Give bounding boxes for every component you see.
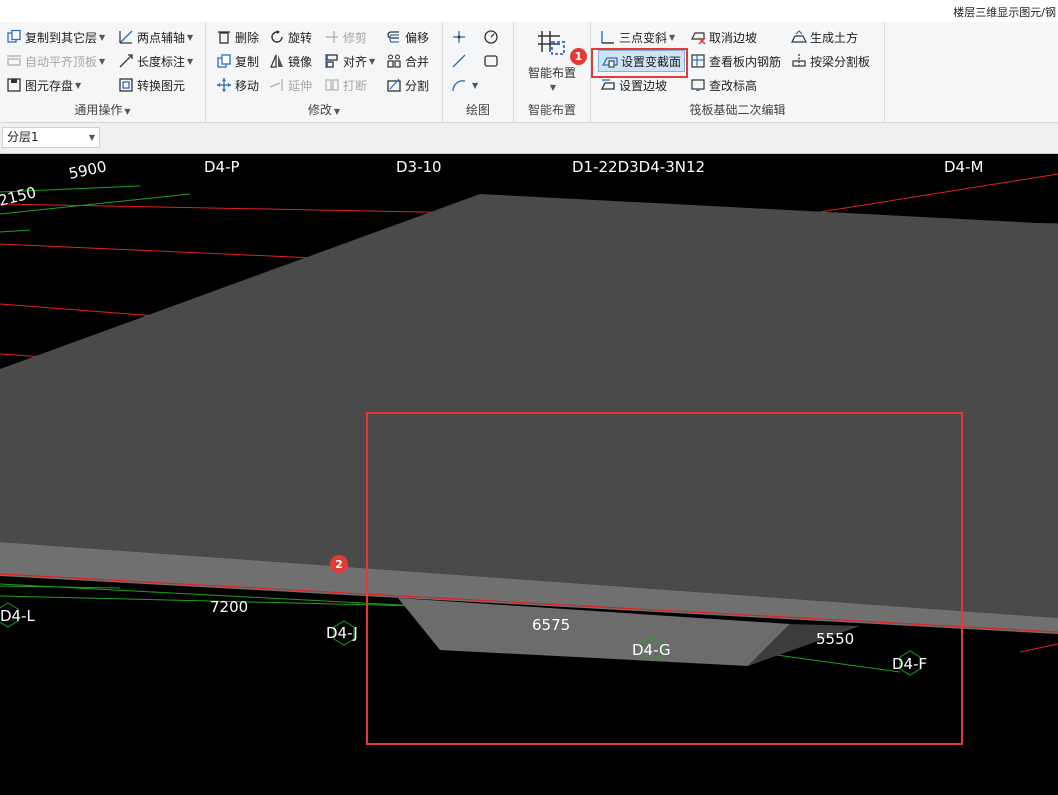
mirror-button[interactable]: 镜像 — [269, 51, 312, 71]
align-top-icon — [6, 53, 22, 69]
element-save-button[interactable]: 图元存盘 ▼ — [6, 75, 81, 95]
beam-split-icon — [791, 53, 807, 69]
dimension-5550: 5550 — [816, 630, 854, 648]
generate-earthwork-button[interactable]: 生成土方 — [791, 27, 858, 47]
save-icon — [6, 77, 22, 93]
dimension-6575: 6575 — [532, 616, 570, 634]
delete-button[interactable]: 删除 — [216, 27, 259, 47]
arc-icon — [451, 77, 467, 93]
move-button[interactable]: 移动 — [216, 75, 259, 95]
copy-button[interactable]: 复制 — [216, 51, 259, 71]
rotate-point-button[interactable] — [483, 27, 502, 47]
rebar-icon — [690, 53, 706, 69]
trim-icon — [324, 29, 340, 45]
axis-label-d4j: D4-J — [326, 624, 358, 642]
copy-to-other-layer-button[interactable]: 复制到其它层 ▼ — [6, 27, 105, 47]
line-tool-button[interactable] — [451, 51, 470, 71]
convert-icon — [118, 77, 134, 93]
group-smart-layout: 智能布置 ▼ 智能布置 — [514, 22, 591, 122]
layer-dropdown[interactable]: 分层1 ▼ — [2, 127, 100, 148]
edge-slope-icon — [600, 77, 616, 93]
view-slab-rebar-button[interactable]: 查看板内钢筋 — [690, 51, 781, 71]
move-icon — [216, 77, 232, 93]
axis-label-d4p: D4-P — [204, 158, 240, 176]
window-title: 楼层三维显示图元/钢 — [953, 6, 1056, 19]
axis-label-d4m: D4-M — [944, 158, 983, 176]
align-icon — [324, 53, 340, 69]
modify-elevation-button[interactable]: 查改标高 — [690, 75, 757, 95]
circle-arrow-icon — [483, 29, 499, 45]
rectangle-icon — [483, 53, 499, 69]
mirror-icon — [269, 53, 285, 69]
group-modify: 删除 旋转 修剪 偏移 复制 镜像 对齐 ▼ 合并 移动 延伸 打断 分割 修改… — [206, 22, 443, 122]
axis-label-d4g: D4-G — [632, 641, 671, 659]
cancel-slope-icon — [690, 29, 706, 45]
arc-tool-button[interactable]: ▼ — [451, 75, 478, 95]
badge-1: 1 — [570, 48, 587, 65]
title-bar: 楼层三维显示图元/钢 — [0, 0, 1058, 23]
rotate-icon — [269, 29, 285, 45]
convert-element-button[interactable]: 转换图元 — [118, 75, 185, 95]
layer-bar: 分层1 ▼ — [0, 123, 1058, 154]
group-label-modify: 修改 ▼ — [307, 103, 341, 117]
break-icon — [324, 77, 340, 93]
cancel-edge-slope-button[interactable]: 取消边坡 — [690, 27, 757, 47]
badge-2: 2 — [335, 558, 343, 571]
dimension-5900: 5900 — [67, 157, 108, 183]
set-edge-slope-button[interactable]: 设置边坡 — [600, 75, 667, 95]
align-button[interactable]: 对齐 ▼ — [324, 51, 375, 71]
trim-button[interactable]: 修剪 — [324, 27, 367, 47]
axis-label-d4l: D4-L — [0, 607, 36, 625]
viewport-canvas[interactable]: D4-P D3-10 D1-22D3D4-3N12 D4-M D4-L D4-J… — [0, 154, 1058, 795]
axis-label-d310: D3-10 — [396, 158, 442, 176]
offset-button[interactable]: 偏移 — [386, 27, 429, 47]
earthwork-icon — [791, 29, 807, 45]
rotate-button[interactable]: 旋转 — [269, 27, 312, 47]
break-button[interactable]: 打断 — [324, 75, 367, 95]
group-draw: ▼ 绘图 — [443, 22, 514, 122]
dimension-7200: 7200 — [210, 598, 248, 616]
slope-icon — [600, 29, 616, 45]
axis-label-d122: D1-22D3D4-3N12 — [572, 158, 705, 176]
set-variable-section-button[interactable]: 设置变截面 — [597, 50, 686, 72]
auto-align-top-button[interactable]: 自动平齐顶板 ▼ — [6, 51, 105, 71]
point-tool-button[interactable] — [451, 27, 470, 47]
group-label-smart-layout: 智能布置 — [527, 103, 576, 117]
trash-icon — [216, 29, 232, 45]
point-icon — [451, 29, 467, 45]
line-icon — [451, 53, 467, 69]
dimension-icon — [118, 53, 134, 69]
merge-button[interactable]: 合并 — [386, 51, 429, 71]
split-by-beam-button[interactable]: 按梁分割板 — [791, 51, 870, 71]
three-point-slope-button[interactable]: 三点变斜 ▼ — [600, 27, 675, 47]
merge-icon — [386, 53, 402, 69]
chevron-down-icon: ▼ — [88, 133, 95, 142]
length-dimension-button[interactable]: 长度标注 ▼ — [118, 51, 193, 71]
group-label-raft-edit: 筏板基础二次编辑 — [689, 103, 786, 117]
grid-layout-icon — [536, 28, 568, 60]
group-label-draw: 绘图 — [465, 103, 490, 117]
copy-icon — [216, 53, 232, 69]
extend-icon — [269, 77, 285, 93]
variable-section-icon — [602, 53, 618, 69]
extend-button[interactable]: 延伸 — [269, 75, 312, 95]
rectangle-tool-button[interactable] — [483, 51, 502, 71]
group-label-general: 通用操作 ▼ — [74, 103, 131, 117]
split-icon — [386, 77, 402, 93]
axis-label-d4f: D4-F — [892, 655, 927, 673]
ribbon-toolbar: 复制到其它层 ▼ 自动平齐顶板 ▼ 图元存盘 ▼ 两点辅轴 ▼ 长度标注 ▼ 转换图元 通… — [0, 22, 1058, 123]
offset-icon — [386, 29, 402, 45]
axis-icon — [118, 29, 134, 45]
3d-viewport[interactable]: D4-P D3-10 D1-22D3D4-3N12 D4-M D4-L D4-J… — [0, 154, 1058, 795]
split-button[interactable]: 分割 — [386, 75, 429, 95]
elevation-icon — [690, 77, 706, 93]
copy-layer-icon — [6, 29, 22, 45]
dimension-2150: 2150 — [0, 183, 38, 210]
group-general-ops: 复制到其它层 ▼ 自动平齐顶板 ▼ 图元存盘 ▼ 两点辅轴 ▼ 长度标注 ▼ 转换图元 通… — [0, 22, 206, 122]
two-point-axis-button[interactable]: 两点辅轴 ▼ — [118, 27, 193, 47]
group-raft-edit: 三点变斜▼ 设置变截面 设置边坡 取消边坡 查看板内钢筋 查改标高 生成土方 — [591, 22, 885, 122]
